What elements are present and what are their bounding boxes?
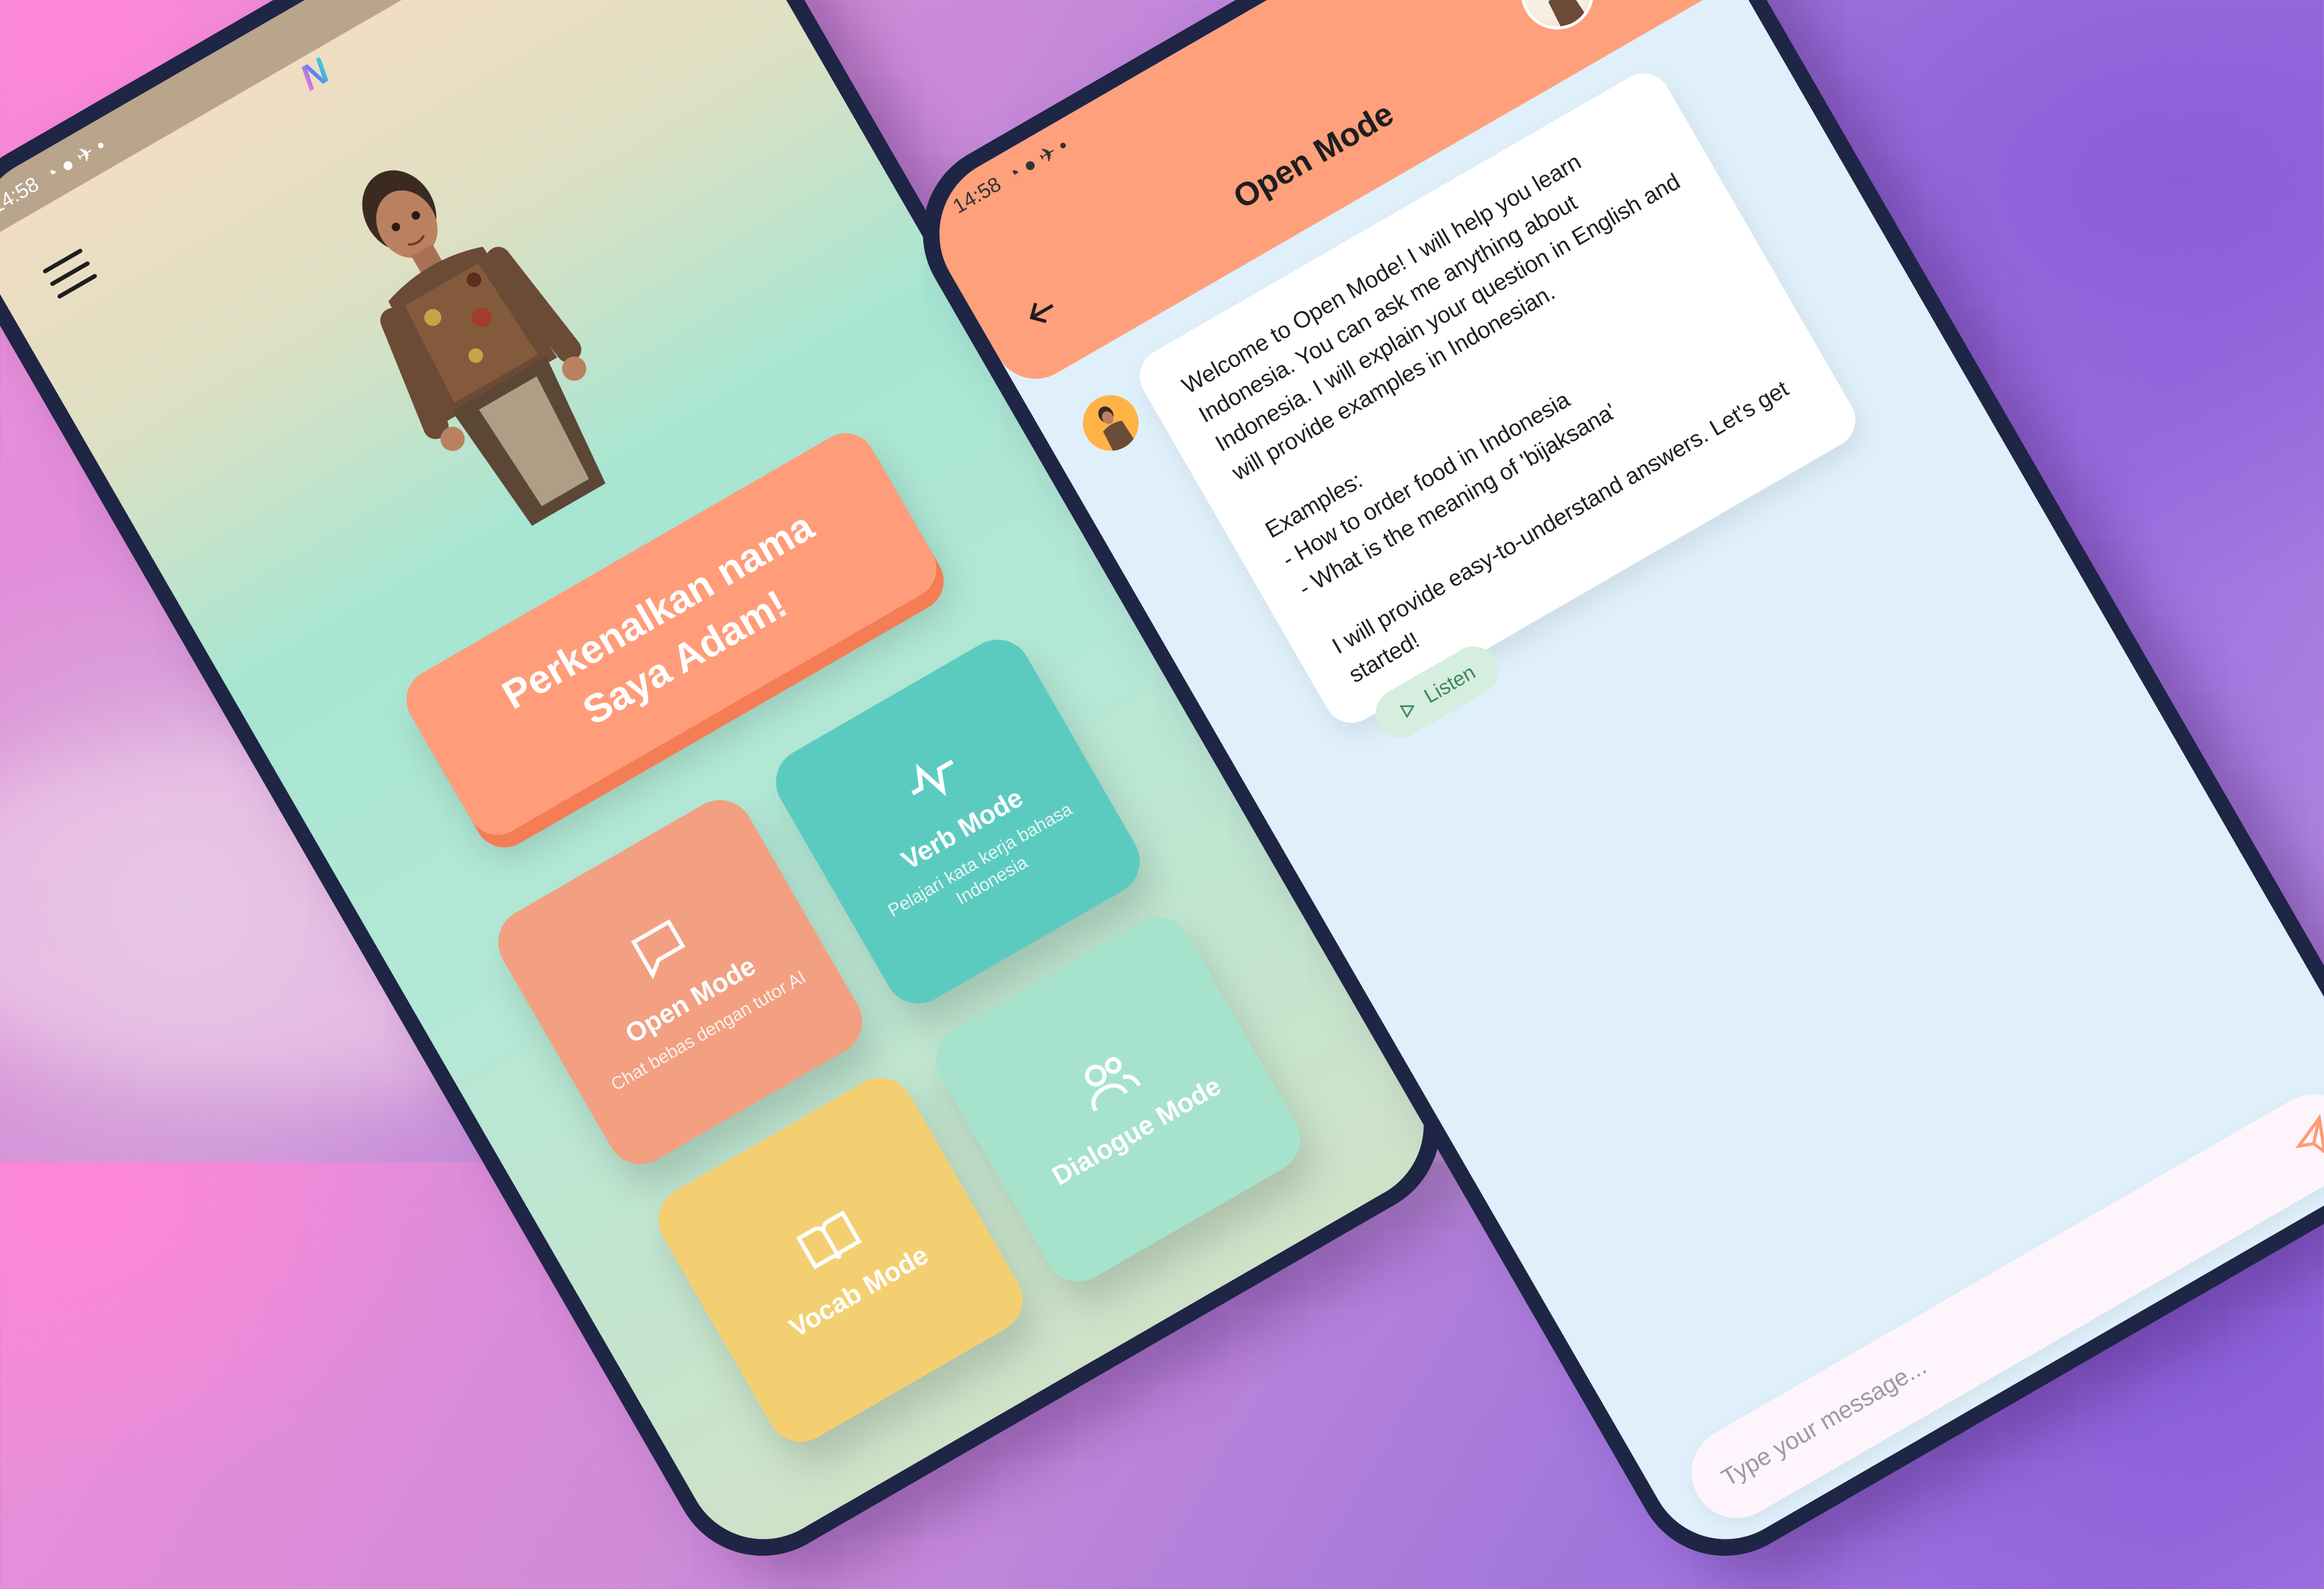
header-avatar bbox=[1508, 0, 1607, 43]
activity-icon bbox=[911, 759, 954, 797]
message-input[interactable]: Type your message... bbox=[1675, 1077, 2324, 1535]
play-icon bbox=[1399, 705, 1415, 719]
hamburger-menu-icon[interactable] bbox=[42, 248, 98, 300]
status-time: 14:58 bbox=[948, 172, 1005, 219]
listen-label: Listen bbox=[1420, 660, 1480, 708]
users-icon bbox=[1085, 1057, 1141, 1112]
status-time: 14:58 bbox=[0, 172, 43, 219]
message-input-placeholder: Type your message... bbox=[1717, 1352, 1931, 1492]
character-adam-illustration bbox=[362, 170, 606, 526]
back-arrow-icon[interactable] bbox=[1017, 287, 1067, 337]
bot-avatar bbox=[1072, 384, 1149, 461]
chat-bubble-icon bbox=[631, 919, 686, 979]
notification-icons: ◔ ● ✈ • bbox=[41, 134, 110, 188]
notification-icons: ◔ ● ✈ • bbox=[1003, 134, 1072, 188]
chat-title: Open Mode bbox=[1227, 95, 1400, 216]
book-icon bbox=[796, 1210, 862, 1270]
